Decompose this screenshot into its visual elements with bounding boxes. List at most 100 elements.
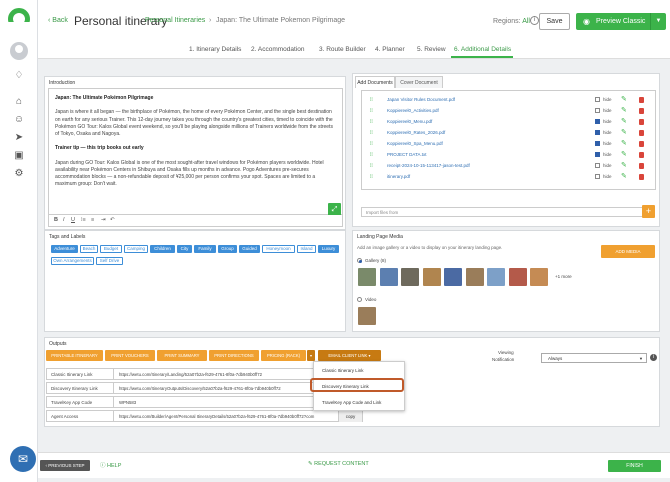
breadcrumb-itineraries[interactable]: Personal Itineraries xyxy=(145,17,205,24)
print-directions-button[interactable]: PRINT DIRECTIONS xyxy=(209,350,259,361)
underline-button[interactable]: U xyxy=(71,217,75,223)
document-name[interactable]: receipt-2024-10-15-113417-jason-test.pdf xyxy=(387,161,470,171)
drag-handle-icon[interactable]: ⁞⁞ xyxy=(370,117,373,127)
import-files-input[interactable]: Import files from xyxy=(361,207,645,217)
tag-guided[interactable]: Guided xyxy=(239,245,260,253)
tag-group[interactable]: Group xyxy=(218,245,237,253)
delete-icon[interactable] xyxy=(639,163,644,169)
drag-handle-icon[interactable]: ⁞⁞ xyxy=(370,106,373,116)
hide-checkbox[interactable] xyxy=(595,119,600,124)
hide-checkbox[interactable] xyxy=(595,108,600,113)
previous-step-button[interactable]: ‹ PREVIOUS STEP xyxy=(40,460,90,471)
tag-island[interactable]: Island xyxy=(297,245,316,253)
request-content-link[interactable]: ✎ REQUEST CONTENT xyxy=(308,461,369,467)
pricing-button[interactable]: PRICING (RACK) xyxy=(261,350,306,361)
hide-checkbox[interactable] xyxy=(595,163,600,168)
output-value[interactable]: https://wetu.com/Builder/Agent/Personal … xyxy=(119,411,314,422)
avatar[interactable] xyxy=(10,42,28,60)
dropdown-item[interactable]: Classic Itinerary Link xyxy=(314,364,404,378)
gallery-thumbnail[interactable] xyxy=(401,268,419,286)
hide-checkbox[interactable] xyxy=(595,97,600,102)
hide-checkbox[interactable] xyxy=(595,141,600,146)
drag-handle-icon[interactable]: ⁞⁞ xyxy=(370,139,373,149)
delete-icon[interactable] xyxy=(639,152,644,158)
tag-family[interactable]: Family xyxy=(194,245,216,253)
video-radio[interactable] xyxy=(357,297,362,302)
tab-add-documents[interactable]: Add Documents xyxy=(355,76,395,88)
regions-value[interactable]: All xyxy=(522,18,530,25)
tab-planner[interactable]: 4. Planner xyxy=(375,46,405,53)
edit-icon[interactable]: ✎ xyxy=(621,128,627,138)
gallery-thumbnail[interactable] xyxy=(530,268,548,286)
bold-button[interactable]: B xyxy=(54,217,58,223)
edit-icon[interactable]: ✎ xyxy=(621,106,627,116)
output-value[interactable]: WPN583 xyxy=(119,397,136,408)
info-icon[interactable]: i xyxy=(650,354,657,361)
document-name[interactable]: Koppiereel0_Activities.pdf xyxy=(387,106,439,116)
settings-icon[interactable]: ⚙ xyxy=(13,168,25,180)
dropdown-item[interactable]: TravelKey App Code and Link xyxy=(314,396,404,410)
viewing-notification-select[interactable]: Always ▼ xyxy=(541,353,647,363)
tag-children[interactable]: Children xyxy=(150,245,175,253)
chevron-down-icon[interactable]: ▼ xyxy=(650,13,666,30)
hide-checkbox[interactable] xyxy=(595,174,600,179)
gallery-thumbnail[interactable] xyxy=(358,268,376,286)
introduction-editor[interactable]: Japan: The Ultimate Pokémon Pilgrimage J… xyxy=(48,88,343,216)
users-icon[interactable]: ☺ xyxy=(13,114,25,126)
finish-button[interactable]: FINISH xyxy=(608,460,661,472)
delete-icon[interactable] xyxy=(639,108,644,114)
tag-own-arrangements[interactable]: Own Arrangements xyxy=(51,257,94,265)
document-name[interactable]: Japan Visitor Rules Document.pdf xyxy=(387,95,455,105)
print-vouchers-button[interactable]: PRINT VOUCHERS xyxy=(105,350,155,361)
tab-review[interactable]: 5. Review xyxy=(417,46,446,53)
document-name[interactable]: Koppiereel0_Rates_2026.pdf xyxy=(387,128,445,138)
tab-additional-details[interactable]: 6. Additional Details xyxy=(454,46,511,53)
tag-city[interactable]: City xyxy=(177,245,192,253)
preview-button[interactable]: ◉ Preview Classic ▼ xyxy=(576,13,666,30)
tab-accommodation[interactable]: 2. Accommodation xyxy=(251,46,304,53)
copy-button[interactable]: copy xyxy=(338,411,362,422)
bell-icon[interactable]: ♢ xyxy=(13,70,25,82)
back-link[interactable]: ‹ Back xyxy=(48,17,68,24)
document-name[interactable]: Koppiereel0_Menu.pdf xyxy=(387,117,432,127)
drag-handle-icon[interactable]: ⁞⁞ xyxy=(370,150,373,160)
email-client-link-button[interactable]: EMAIL CLIENT LINK ▾ xyxy=(318,350,381,361)
document-name[interactable]: PROJECT DATA.txt xyxy=(387,150,427,160)
gallery-thumbnail[interactable] xyxy=(444,268,462,286)
info-icon[interactable]: i xyxy=(530,16,539,25)
drag-handle-icon[interactable]: ⁞⁞ xyxy=(370,128,373,138)
printable-itinerary-button[interactable]: PRINTABLE ITINERARY xyxy=(46,350,103,361)
home-icon[interactable]: ⌂ xyxy=(13,96,25,108)
edit-icon[interactable]: ✎ xyxy=(621,117,627,127)
help-link[interactable]: ⓘ HELP xyxy=(100,461,121,469)
edit-icon[interactable]: ✎ xyxy=(621,139,627,149)
delete-icon[interactable] xyxy=(639,141,644,147)
tag-beach[interactable]: Beach xyxy=(80,245,98,253)
edit-icon[interactable]: ✎ xyxy=(621,161,627,171)
send-icon[interactable]: ➤ xyxy=(13,132,25,144)
drag-handle-icon[interactable]: ⁞⁞ xyxy=(370,95,373,105)
tag-self-drive[interactable]: Self Drive xyxy=(96,257,123,265)
tag-camping[interactable]: Camping xyxy=(124,245,148,253)
add-media-button[interactable]: ADD MEDIA xyxy=(601,245,655,258)
chat-icon[interactable]: ✉ xyxy=(10,446,36,472)
document-name[interactable]: itinerary.pdf xyxy=(387,172,410,182)
print-summary-button[interactable]: PRINT SUMMARY xyxy=(157,350,207,361)
image-icon[interactable]: ▣ xyxy=(13,150,25,162)
pricing-dropdown-toggle[interactable]: ▾ xyxy=(307,350,315,361)
delete-icon[interactable] xyxy=(639,119,644,125)
bullet-list-button[interactable]: ≡ xyxy=(91,217,94,223)
hide-checkbox[interactable] xyxy=(595,152,600,157)
output-value[interactable]: https://wetu.com/Itinerary/Landing/52a07… xyxy=(119,369,262,380)
gallery-thumbnail[interactable] xyxy=(508,268,527,286)
add-file-button[interactable]: + xyxy=(642,205,655,218)
delete-icon[interactable] xyxy=(639,130,644,136)
delete-icon[interactable] xyxy=(639,97,644,103)
save-button[interactable]: Save xyxy=(539,13,570,30)
tab-cover-document[interactable]: Cover Document xyxy=(395,76,443,88)
tab-route-builder[interactable]: 3. Route Builder xyxy=(319,46,366,53)
gallery-thumbnail[interactable] xyxy=(422,268,441,286)
document-name[interactable]: Koppiereel0_Spa_Menu.pdf xyxy=(387,139,443,149)
hide-checkbox[interactable] xyxy=(595,130,600,135)
italic-button[interactable]: I xyxy=(63,217,65,223)
